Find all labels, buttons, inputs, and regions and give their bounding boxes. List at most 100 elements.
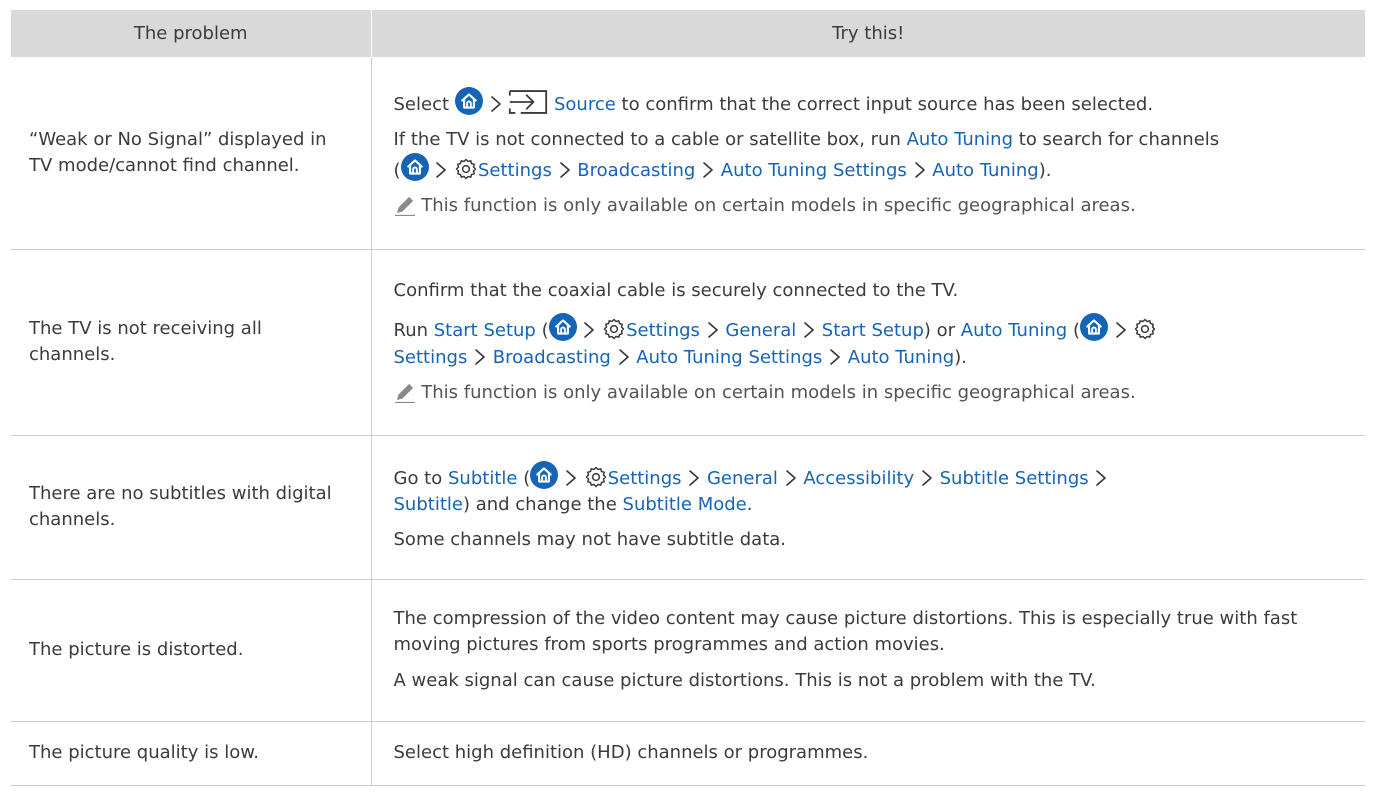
open-paren: ( [523,467,531,489]
go-to-text: Go to [393,467,443,489]
auto-tuning-link[interactable]: Auto Tuning [932,160,1038,181]
problem-cell: The picture is distorted. [11,579,371,722]
note: This function is only available on certa… [394,380,1344,406]
chevron-right-icon [1094,467,1108,489]
open-paren: ( [541,320,549,342]
auto-tuning-settings-link[interactable]: Auto Tuning Settings [636,347,822,368]
source-icon [508,89,548,115]
solution-text: Some channels may not have subtitle data… [393,529,787,551]
solution-paragraph: Go to Subtitle ( Settings General Access… [394,461,1344,518]
problem-cell: The picture quality is low. [11,721,371,786]
chevron-right-icon [701,159,715,181]
settings-link[interactable]: Settings [394,347,468,368]
solution-text: to confirm that the correct input source… [621,93,1154,115]
problem-cell: There are no subtitles with digital chan… [11,435,371,580]
open-paren: ( [393,159,401,181]
settings-link[interactable]: Settings [608,468,682,489]
problem-cell: The TV is not receiving all channels. [11,249,371,436]
note: This function is only available on certa… [394,193,1344,219]
chevron-right-icon [828,346,842,368]
table-row: The picture quality is low. Select high … [11,721,1365,786]
broadcasting-link[interactable]: Broadcasting [577,160,695,181]
period: . [746,493,753,515]
auto-tuning-link[interactable]: Auto Tuning [848,347,954,368]
home-icon [455,87,483,115]
chevron-right-icon [473,346,487,368]
solution-paragraph: Run Start Setup ( Settings General Start… [394,313,1344,370]
home-icon [401,153,429,181]
table-row: The TV is not receiving all channels. Co… [11,249,1365,436]
chevron-right-icon [564,467,578,489]
solution-text: A weak signal can cause picture distorti… [393,669,1096,691]
home-icon [1080,313,1108,341]
auto-tuning-link[interactable]: Auto Tuning [907,129,1013,150]
auto-tuning-settings-link[interactable]: Auto Tuning Settings [721,160,907,181]
solution-cell: Confirm that the coaxial cable is secure… [370,249,1365,436]
chevron-right-icon [1114,319,1128,341]
table-row: “Weak or No Signal” displayed in TV mode… [11,57,1365,250]
gear-icon [1133,317,1157,341]
general-link[interactable]: General [725,320,796,341]
table-header-row: The problem Try this! [11,10,1365,57]
solution-text: ) and change the [462,493,617,515]
chevron-right-icon [784,467,798,489]
solution-paragraph: Select high definition (HD) channels or … [394,740,1344,766]
solution-text: to search for channels [1018,128,1220,150]
subtitle-link[interactable]: Subtitle [394,494,463,515]
column-header-problem: The problem [11,10,371,57]
solution-paragraph: The compression of the video content may… [394,606,1344,658]
chevron-right-icon [706,319,720,341]
solution-text: Confirm that the coaxial cable is secure… [393,280,959,302]
select-text: Select [393,93,450,115]
gear-icon [454,157,478,181]
settings-link[interactable]: Settings [626,320,700,341]
broadcasting-link[interactable]: Broadcasting [493,347,611,368]
solution-paragraph: Some channels may not have subtitle data… [394,527,1344,553]
chevron-right-icon [489,93,503,115]
solution-paragraph: If the TV is not connected to a cable or… [394,127,1344,184]
settings-link[interactable]: Settings [478,160,552,181]
subtitle-mode-link[interactable]: Subtitle Mode [623,494,747,515]
source-link[interactable]: Source [554,94,616,115]
table-row: The picture is distorted. The compressio… [11,579,1365,722]
solution-paragraph: Select Source to confirm that the correc… [394,87,1344,118]
gear-icon [602,317,626,341]
note-text: This function is only available on certa… [421,194,1136,216]
close-paren: ). [1038,159,1052,181]
home-icon [549,313,577,341]
column-header-try-this: Try this! [370,10,1365,57]
chevron-right-icon [920,467,934,489]
chevron-right-icon [802,319,816,341]
pencil-note-icon [394,381,416,403]
chevron-right-icon [687,467,701,489]
general-link[interactable]: General [707,468,778,489]
solution-cell: Select Source to confirm that the correc… [370,57,1365,250]
solution-text: The compression of the video content may… [393,608,1298,656]
auto-tuning-link[interactable]: Auto Tuning [961,320,1067,341]
start-setup-link[interactable]: Start Setup [822,320,924,341]
solution-paragraph: A weak signal can cause picture distorti… [394,668,1344,694]
chevron-right-icon [582,319,596,341]
troubleshooting-table: The problem Try this! “Weak or No Signal… [11,10,1365,786]
chevron-right-icon [558,159,572,181]
subtitle-link[interactable]: Subtitle [448,468,517,489]
chevron-right-icon [913,159,927,181]
gear-icon [584,465,608,489]
solution-text: ) or [923,320,956,342]
chevron-right-icon [617,346,631,368]
solution-text: Select high definition (HD) channels or … [393,741,869,763]
note-text: This function is only available on certa… [421,381,1136,403]
open-paren: ( [1072,320,1080,342]
table-row: There are no subtitles with digital chan… [11,435,1365,580]
solution-text: If the TV is not connected to a cable or… [393,128,901,150]
solution-cell: Go to Subtitle ( Settings General Access… [370,435,1365,580]
home-icon [530,461,558,489]
subtitle-settings-link[interactable]: Subtitle Settings [940,468,1089,489]
start-setup-link[interactable]: Start Setup [434,320,536,341]
solution-cell: The compression of the video content may… [370,579,1365,722]
chevron-right-icon [434,159,448,181]
run-text: Run [393,320,429,342]
close-paren: ). [954,346,967,368]
accessibility-link[interactable]: Accessibility [803,468,914,489]
solution-paragraph: Confirm that the coaxial cable is secure… [394,278,1344,304]
